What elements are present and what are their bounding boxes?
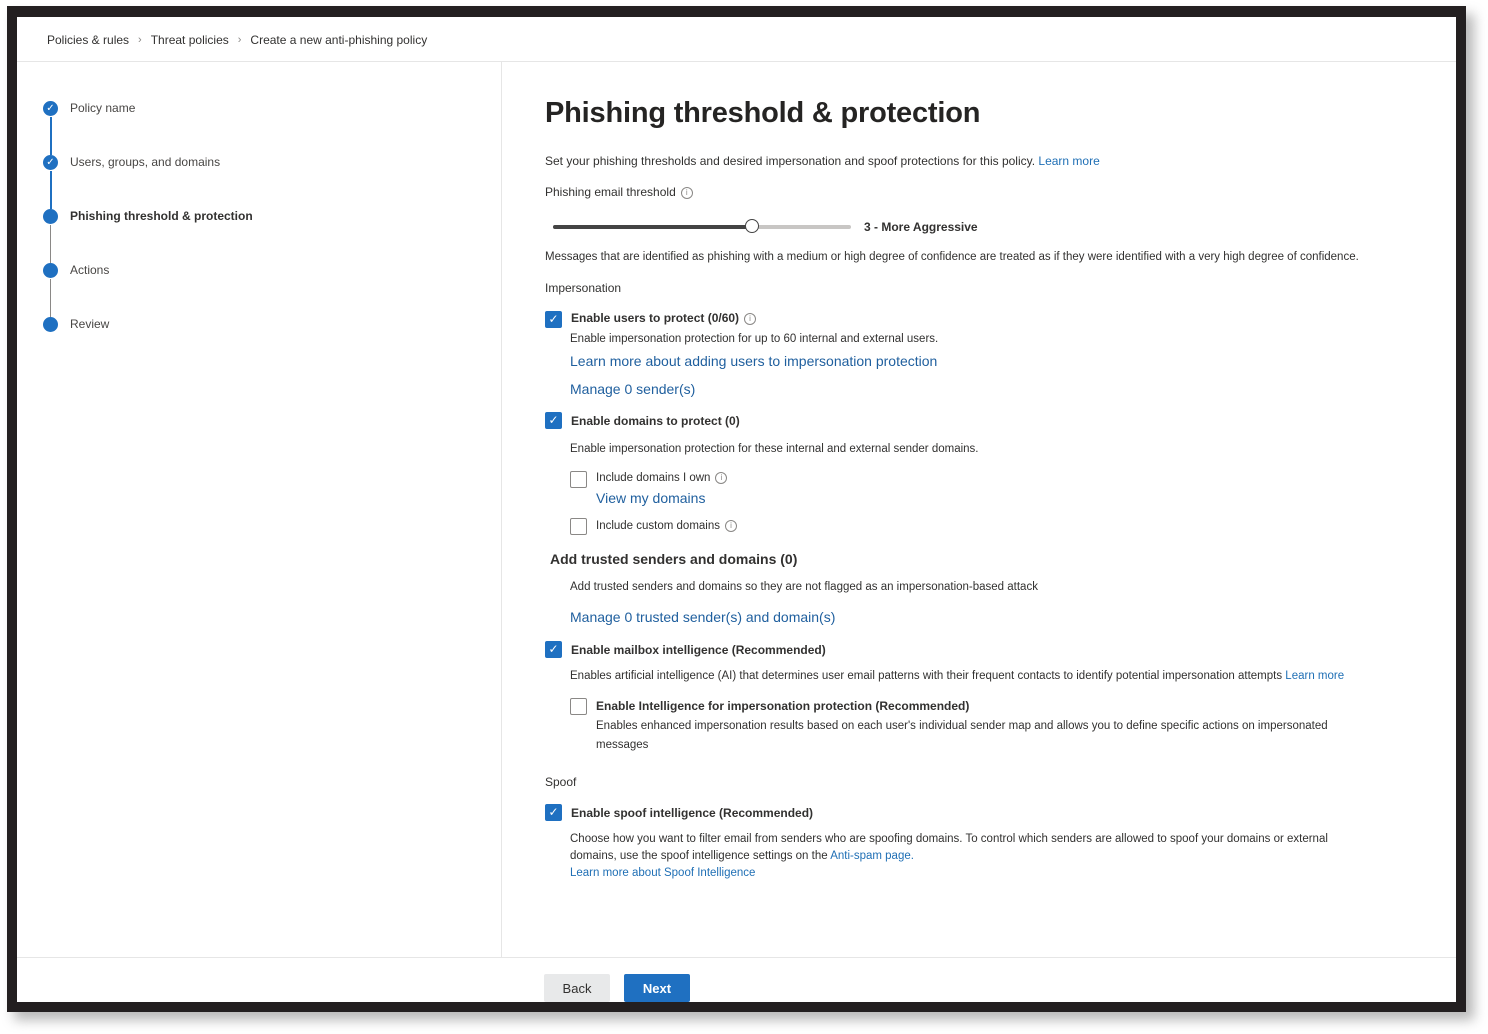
include-custom-domains-checkbox[interactable] xyxy=(570,518,587,535)
mailbox-intelligence-desc-text: Enables artificial intelligence (AI) tha… xyxy=(570,670,1283,682)
enable-users-label: Enable users to protect (0/60) i xyxy=(571,311,757,325)
intelligence-impersonation-desc-2: messages xyxy=(596,739,649,751)
intro-text: Set your phishing thresholds and desired… xyxy=(545,154,1100,168)
threshold-label: Phishing email threshold i xyxy=(545,185,693,199)
page-title: Phishing threshold & protection xyxy=(545,97,981,129)
anti-spam-page-link[interactable]: Anti-spam page. xyxy=(830,850,914,862)
spoof-intelligence-label: Enable spoof intelligence (Recommended) xyxy=(571,806,814,820)
step-label: Phishing threshold & protection xyxy=(70,209,253,223)
checkmark-icon: ✓ xyxy=(548,642,559,656)
mailbox-intelligence-checkbox[interactable]: ✓ xyxy=(545,641,562,658)
step-dot-icon xyxy=(43,263,58,278)
check-circle-icon: ✓ xyxy=(43,101,58,116)
footer-divider xyxy=(17,957,1456,958)
view-my-domains-link[interactable]: View my domains xyxy=(596,490,705,506)
include-custom-domains-text: Include custom domains xyxy=(596,520,721,533)
panel-divider xyxy=(501,62,502,958)
mailbox-intelligence-label: Enable mailbox intelligence (Recommended… xyxy=(571,643,826,657)
enable-domains-checkbox[interactable]: ✓ xyxy=(545,412,562,429)
step-label: Policy name xyxy=(70,101,136,115)
trusted-desc: Add trusted senders and domains so they … xyxy=(570,581,1038,593)
breadcrumb: Policies & rules › Threat policies › Cre… xyxy=(47,29,427,51)
step-actions[interactable]: Actions xyxy=(43,263,253,317)
intelligence-impersonation-desc: Enables enhanced impersonation results b… xyxy=(596,720,1328,732)
learn-more-link[interactable]: Learn more xyxy=(1038,154,1099,168)
header-divider xyxy=(17,61,1456,62)
threshold-value: 3 - More Aggressive xyxy=(864,220,978,234)
include-domains-own-label: Include domains I own i xyxy=(596,472,728,485)
phishing-threshold-slider[interactable] xyxy=(553,219,851,233)
wizard-window: Policies & rules › Threat policies › Cre… xyxy=(17,17,1456,1002)
slider-fill xyxy=(553,225,752,229)
checkmark-icon: ✓ xyxy=(548,312,559,326)
enable-users-checkbox[interactable]: ✓ xyxy=(545,311,562,328)
include-domains-own-checkbox[interactable] xyxy=(570,471,587,488)
mailbox-learn-more-link[interactable]: Learn more xyxy=(1285,670,1344,682)
spoof-heading: Spoof xyxy=(545,775,577,789)
intelligence-impersonation-checkbox[interactable] xyxy=(570,698,587,715)
include-custom-domains-label: Include custom domains i xyxy=(596,520,738,533)
breadcrumb-policies-rules[interactable]: Policies & rules xyxy=(47,33,129,47)
info-icon[interactable]: i xyxy=(725,520,738,532)
step-label: Users, groups, and domains xyxy=(70,155,221,169)
step-phishing-threshold[interactable]: Phishing threshold & protection xyxy=(43,209,253,263)
threshold-label-text: Phishing email threshold xyxy=(545,185,676,199)
intelligence-impersonation-label: Enable Intelligence for impersonation pr… xyxy=(596,699,970,713)
spoof-desc-2-text: domains, use the spoof intelligence sett… xyxy=(570,850,828,862)
step-connector xyxy=(50,171,52,209)
back-button[interactable]: Back xyxy=(544,974,610,1002)
mailbox-intelligence-desc: Enables artificial intelligence (AI) tha… xyxy=(570,670,1344,682)
threshold-description: Messages that are identified as phishing… xyxy=(545,251,1359,263)
wizard-stepper: ✓ Policy name ✓ Users, groups, and domai… xyxy=(43,101,253,371)
manage-trusted-link[interactable]: Manage 0 trusted sender(s) and domain(s) xyxy=(570,609,835,625)
intro-desc: Set your phishing thresholds and desired… xyxy=(545,154,1036,168)
enable-users-desc: Enable impersonation protection for up t… xyxy=(570,333,939,345)
breadcrumb-threat-policies[interactable]: Threat policies xyxy=(151,33,229,47)
manage-senders-link[interactable]: Manage 0 sender(s) xyxy=(570,381,695,397)
enable-domains-label: Enable domains to protect (0) xyxy=(571,414,740,428)
spoof-intelligence-checkbox[interactable]: ✓ xyxy=(545,804,562,821)
chevron-right-icon: › xyxy=(237,34,242,46)
slider-thumb[interactable] xyxy=(744,219,759,233)
impersonation-heading: Impersonation xyxy=(545,281,622,295)
spoof-desc: Choose how you want to filter email from… xyxy=(570,833,1328,845)
step-label: Review xyxy=(70,317,110,331)
check-circle-icon: ✓ xyxy=(43,155,58,170)
step-dot-icon xyxy=(43,317,58,332)
next-button[interactable]: Next xyxy=(624,974,690,1002)
breadcrumb-current: Create a new anti-phishing policy xyxy=(250,33,428,47)
trusted-heading: Add trusted senders and domains (0) xyxy=(550,551,798,567)
info-icon[interactable]: i xyxy=(744,312,757,325)
step-policy-name[interactable]: ✓ Policy name xyxy=(43,101,253,155)
spoof-learn-more-link[interactable]: Learn more about Spoof Intelligence xyxy=(570,867,755,879)
step-review[interactable]: Review xyxy=(43,317,253,371)
spoof-desc-2: domains, use the spoof intelligence sett… xyxy=(570,850,914,862)
current-step-dot-icon xyxy=(43,209,58,224)
step-connector xyxy=(50,117,52,155)
enable-domains-desc: Enable impersonation protection for thes… xyxy=(570,443,979,455)
enable-users-label-text: Enable users to protect (0/60) xyxy=(571,311,740,325)
info-icon[interactable]: i xyxy=(680,186,693,199)
checkmark-icon: ✓ xyxy=(548,413,559,427)
step-users-groups-domains[interactable]: ✓ Users, groups, and domains xyxy=(43,155,253,209)
include-domains-own-text: Include domains I own xyxy=(596,472,711,485)
step-connector xyxy=(50,225,51,263)
chevron-right-icon: › xyxy=(138,34,142,46)
learn-more-users-link[interactable]: Learn more about adding users to imperso… xyxy=(570,353,937,369)
step-connector xyxy=(50,279,51,317)
step-label: Actions xyxy=(70,263,110,277)
checkmark-icon: ✓ xyxy=(548,805,559,819)
info-icon[interactable]: i xyxy=(715,472,728,484)
